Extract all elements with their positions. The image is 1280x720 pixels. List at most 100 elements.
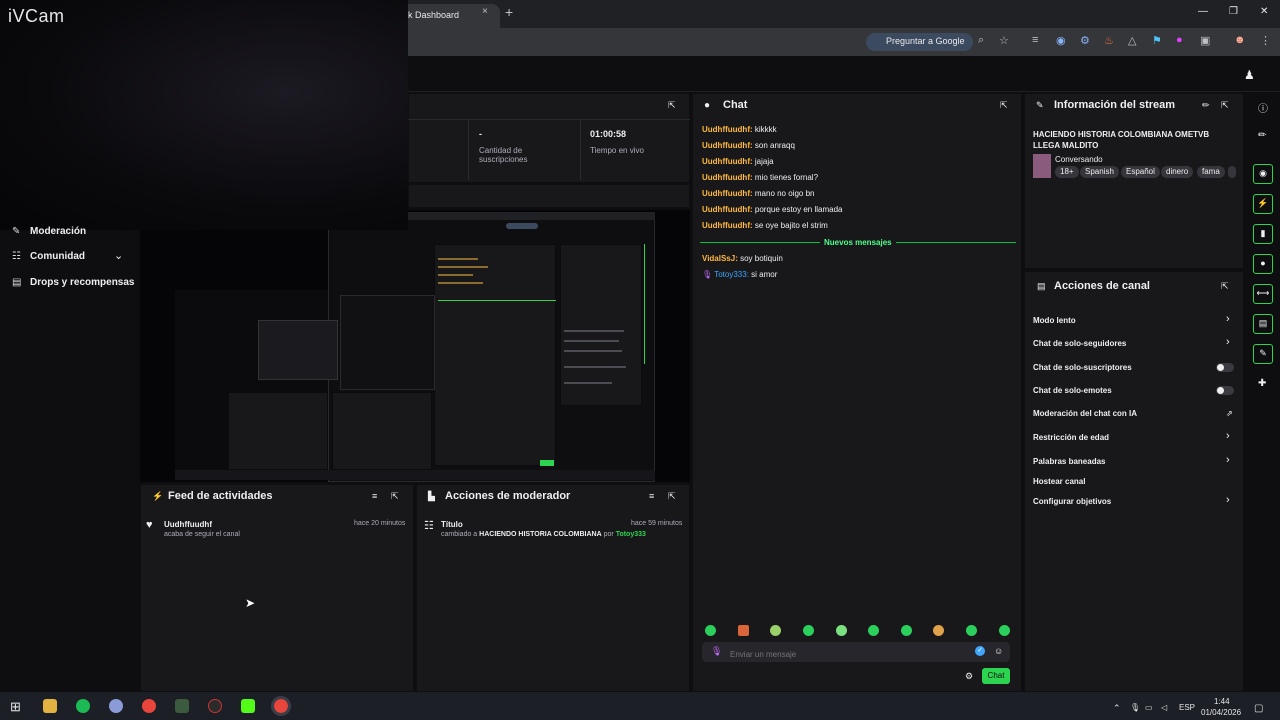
rail-lightning-button[interactable]: ⚡: [1253, 194, 1273, 214]
settings-gear-icon[interactable]: ⚙: [965, 671, 973, 682]
emote-icon[interactable]: [803, 625, 814, 636]
chrome-active-icon[interactable]: [271, 696, 291, 716]
filter-icon[interactable]: ≡: [372, 491, 377, 501]
external-link-icon[interactable]: ⇗: [1226, 409, 1233, 418]
tag[interactable]: 18+: [1055, 166, 1079, 178]
chat-username[interactable]: Totoy333:: [714, 270, 749, 279]
zoom-icon[interactable]: ⌕: [978, 34, 984, 47]
action-ai-moderation[interactable]: Moderación del chat con IA: [1033, 409, 1137, 418]
network-icon[interactable]: ▭: [1145, 703, 1153, 712]
emote-icon[interactable]: [738, 625, 749, 636]
kick-icon[interactable]: [241, 699, 255, 713]
ask-google-button[interactable]: Preguntar a Google: [866, 33, 973, 51]
emote-picker-icon[interactable]: ☺: [994, 646, 1003, 656]
chat-username[interactable]: VidalSsJ:: [702, 254, 738, 263]
popout-icon[interactable]: ⇱: [391, 491, 399, 502]
emote-only-toggle[interactable]: [1216, 386, 1234, 395]
language-indicator[interactable]: ESP: [1179, 703, 1195, 712]
popout-icon[interactable]: ⇱: [668, 100, 676, 111]
extension-icon[interactable]: ⚑: [1152, 34, 1162, 47]
sidebar-item-moderation[interactable]: Moderación: [30, 226, 86, 237]
emote-icon[interactable]: [966, 625, 977, 636]
new-tab-icon[interactable]: +: [505, 4, 513, 20]
popout-icon[interactable]: ⇱: [668, 491, 676, 502]
filter-icon[interactable]: ≡: [649, 491, 654, 501]
rail-chat-button[interactable]: ●: [1253, 254, 1273, 274]
emote-icon[interactable]: [770, 625, 781, 636]
rail-ad-button[interactable]: ▤: [1253, 314, 1273, 334]
action-age-restriction[interactable]: Restricción de edad: [1033, 433, 1109, 442]
rail-clip-button[interactable]: ▮: [1253, 224, 1273, 244]
chat-username[interactable]: Uudhffuudhf:: [702, 221, 753, 230]
info-icon[interactable]: ⓘ: [1258, 100, 1268, 115]
windows-start-icon[interactable]: ⊞: [10, 699, 21, 715]
chevron-right-icon[interactable]: ›: [1226, 454, 1230, 466]
category-boxart[interactable]: [1033, 154, 1051, 178]
tag[interactable]: fama: [1197, 166, 1225, 178]
chevron-right-icon[interactable]: ›: [1226, 494, 1230, 506]
user-avatar[interactable]: ♟: [1244, 68, 1255, 82]
emote-icon[interactable]: [901, 625, 912, 636]
extensions-puzzle-icon[interactable]: ▣: [1200, 34, 1210, 47]
stream-category[interactable]: Conversando: [1055, 155, 1103, 164]
action-slow-mode[interactable]: Modo lento: [1033, 316, 1076, 325]
obs-icon[interactable]: [208, 699, 222, 713]
extension-icon[interactable]: △: [1128, 34, 1136, 47]
tray-chevron-icon[interactable]: ⌃: [1113, 703, 1121, 714]
clock-time[interactable]: 1:44: [1214, 697, 1230, 706]
chevron-right-icon[interactable]: ›: [1226, 313, 1230, 325]
extension-icon[interactable]: ●: [1176, 34, 1183, 46]
clock-date[interactable]: 01/04/2026: [1201, 708, 1241, 717]
file-explorer-icon[interactable]: [43, 699, 57, 713]
rail-camera-button[interactable]: ◉: [1253, 164, 1273, 184]
bookmark-star-icon[interactable]: ☆: [999, 34, 1009, 47]
extension-icon[interactable]: ≡: [1032, 34, 1038, 46]
chevron-right-icon[interactable]: ›: [1226, 430, 1230, 442]
feed-user[interactable]: Uudhffuudhf: [164, 520, 212, 529]
chat-username[interactable]: Uudhffuudhf:: [702, 141, 753, 150]
chat-username[interactable]: Uudhffuudhf:: [702, 205, 753, 214]
maximize-icon[interactable]: ❐: [1229, 6, 1238, 17]
emote-icon[interactable]: [868, 625, 879, 636]
sidebar-item-drops[interactable]: Drops y recompensas: [30, 277, 135, 288]
chevron-down-icon[interactable]: ⌄: [114, 249, 123, 262]
tag-overflow[interactable]: [1228, 166, 1236, 178]
emote-icon[interactable]: [933, 625, 944, 636]
subs-only-toggle[interactable]: [1216, 363, 1234, 372]
notifications-icon[interactable]: ▢: [1254, 703, 1263, 714]
action-configure-goals[interactable]: Configurar objetivos: [1033, 497, 1111, 506]
tag[interactable]: Español: [1121, 166, 1160, 178]
mic-tray-icon[interactable]: 🎙: [1130, 703, 1140, 712]
add-action-icon[interactable]: ✚: [1258, 378, 1266, 389]
chrome-icon[interactable]: [142, 699, 156, 713]
mic-icon[interactable]: 🎙: [711, 646, 722, 657]
chat-send-button[interactable]: Chat: [982, 668, 1010, 684]
mod-action-user[interactable]: Totoy333: [616, 531, 646, 538]
rail-raid-button[interactable]: ⟷: [1253, 284, 1273, 304]
browser-menu-icon[interactable]: ⋮: [1260, 34, 1271, 47]
profile-avatar-icon[interactable]: ☻: [1234, 34, 1246, 46]
chrome-profile-icon[interactable]: [109, 699, 123, 713]
close-window-icon[interactable]: ✕: [1260, 6, 1268, 17]
minimize-icon[interactable]: —: [1198, 6, 1208, 17]
tag[interactable]: Spanish: [1080, 166, 1119, 178]
popout-icon[interactable]: ⇱: [1000, 100, 1008, 111]
action-host-channel[interactable]: Hostear canal: [1033, 477, 1085, 486]
action-followers-only[interactable]: Chat de solo-seguidores: [1033, 339, 1126, 348]
spotify-icon[interactable]: [76, 699, 90, 713]
popout-icon[interactable]: ⇱: [1221, 281, 1229, 292]
popout-icon[interactable]: ⇱: [1221, 100, 1229, 111]
chat-username[interactable]: Uudhffuudhf:: [702, 173, 753, 182]
extension-icon[interactable]: ⚙: [1080, 34, 1090, 47]
edit-pencil-icon[interactable]: ✏: [1258, 130, 1266, 141]
rail-wrench-button[interactable]: ✎: [1253, 344, 1273, 364]
verified-icon[interactable]: ✓: [975, 646, 985, 656]
sidebar-item-community[interactable]: Comunidad: [30, 251, 85, 262]
tab-close-icon[interactable]: ×: [482, 6, 488, 17]
app-icon[interactable]: [175, 699, 189, 713]
volume-icon[interactable]: ◁: [1161, 703, 1167, 712]
emote-icon[interactable]: [999, 625, 1010, 636]
chat-username[interactable]: Uudhffuudhf:: [702, 189, 753, 198]
emote-icon[interactable]: [836, 625, 847, 636]
extension-icon[interactable]: ◉: [1056, 34, 1066, 47]
